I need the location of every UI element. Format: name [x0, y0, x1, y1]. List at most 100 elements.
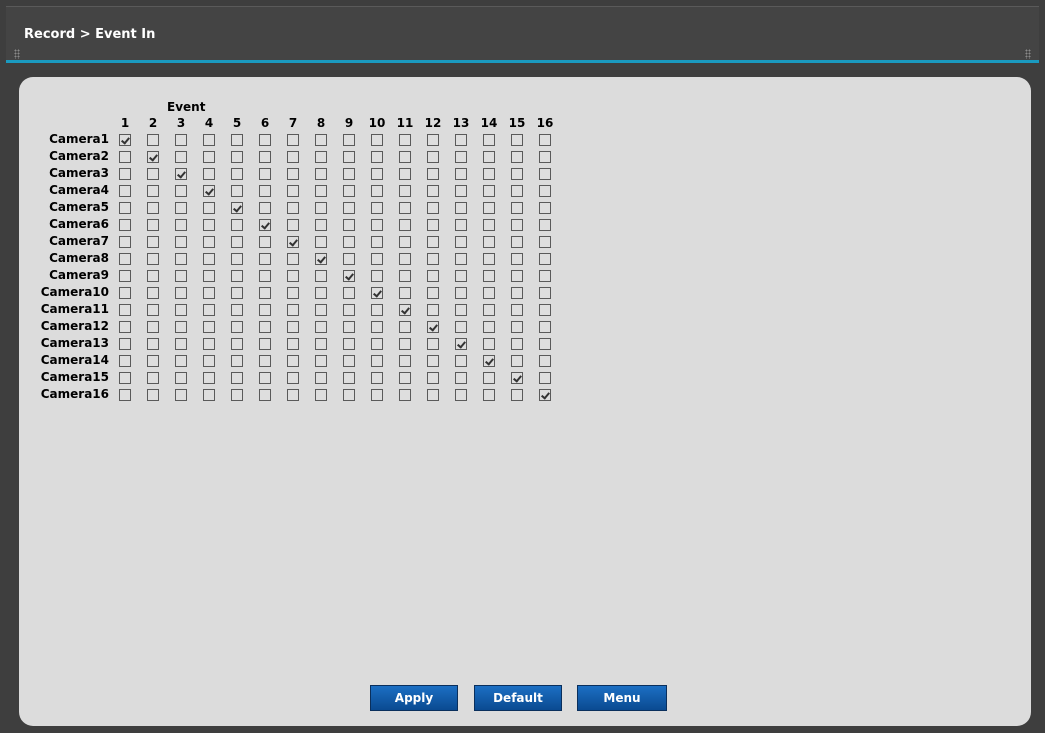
event-checkbox[interactable] — [203, 202, 215, 214]
event-checkbox[interactable] — [203, 185, 215, 197]
event-checkbox[interactable] — [175, 151, 187, 163]
event-checkbox[interactable] — [539, 321, 551, 333]
event-checkbox[interactable] — [427, 321, 439, 333]
event-checkbox[interactable] — [399, 287, 411, 299]
event-checkbox[interactable] — [511, 304, 523, 316]
event-checkbox[interactable] — [427, 372, 439, 384]
event-checkbox[interactable] — [483, 321, 495, 333]
event-checkbox[interactable] — [399, 270, 411, 282]
event-checkbox[interactable] — [231, 287, 243, 299]
event-checkbox[interactable] — [427, 236, 439, 248]
event-checkbox[interactable] — [371, 321, 383, 333]
event-checkbox[interactable] — [343, 287, 355, 299]
event-checkbox[interactable] — [399, 134, 411, 146]
event-checkbox[interactable] — [231, 355, 243, 367]
event-checkbox[interactable] — [343, 151, 355, 163]
event-checkbox[interactable] — [539, 202, 551, 214]
event-checkbox[interactable] — [427, 355, 439, 367]
event-checkbox[interactable] — [539, 219, 551, 231]
event-checkbox[interactable] — [371, 270, 383, 282]
event-checkbox[interactable] — [119, 355, 131, 367]
event-checkbox[interactable] — [287, 219, 299, 231]
event-checkbox[interactable] — [119, 372, 131, 384]
event-checkbox[interactable] — [343, 304, 355, 316]
event-checkbox[interactable] — [343, 202, 355, 214]
event-checkbox[interactable] — [371, 355, 383, 367]
event-checkbox[interactable] — [287, 168, 299, 180]
event-checkbox[interactable] — [119, 168, 131, 180]
event-checkbox[interactable] — [343, 372, 355, 384]
event-checkbox[interactable] — [399, 372, 411, 384]
event-checkbox[interactable] — [259, 287, 271, 299]
event-checkbox[interactable] — [119, 219, 131, 231]
event-checkbox[interactable] — [119, 253, 131, 265]
event-checkbox[interactable] — [119, 185, 131, 197]
event-checkbox[interactable] — [287, 355, 299, 367]
event-checkbox[interactable] — [455, 338, 467, 350]
event-checkbox[interactable] — [231, 151, 243, 163]
event-checkbox[interactable] — [175, 236, 187, 248]
event-checkbox[interactable] — [455, 236, 467, 248]
event-checkbox[interactable] — [483, 389, 495, 401]
event-checkbox[interactable] — [371, 253, 383, 265]
event-checkbox[interactable] — [287, 253, 299, 265]
event-checkbox[interactable] — [175, 219, 187, 231]
event-checkbox[interactable] — [175, 134, 187, 146]
event-checkbox[interactable] — [427, 219, 439, 231]
event-checkbox[interactable] — [399, 168, 411, 180]
event-checkbox[interactable] — [427, 168, 439, 180]
event-checkbox[interactable] — [343, 253, 355, 265]
event-checkbox[interactable] — [455, 355, 467, 367]
event-checkbox[interactable] — [315, 270, 327, 282]
event-checkbox[interactable] — [259, 185, 271, 197]
event-checkbox[interactable] — [287, 389, 299, 401]
event-checkbox[interactable] — [175, 338, 187, 350]
event-checkbox[interactable] — [343, 219, 355, 231]
apply-button[interactable]: Apply — [370, 685, 458, 711]
event-checkbox[interactable] — [399, 355, 411, 367]
event-checkbox[interactable] — [455, 372, 467, 384]
event-checkbox[interactable] — [427, 202, 439, 214]
event-checkbox[interactable] — [287, 236, 299, 248]
event-checkbox[interactable] — [231, 185, 243, 197]
event-checkbox[interactable] — [203, 236, 215, 248]
event-checkbox[interactable] — [427, 287, 439, 299]
event-checkbox[interactable] — [147, 253, 159, 265]
event-checkbox[interactable] — [231, 134, 243, 146]
event-checkbox[interactable] — [231, 202, 243, 214]
event-checkbox[interactable] — [483, 202, 495, 214]
event-checkbox[interactable] — [119, 321, 131, 333]
event-checkbox[interactable] — [203, 134, 215, 146]
event-checkbox[interactable] — [231, 304, 243, 316]
event-checkbox[interactable] — [399, 338, 411, 350]
event-checkbox[interactable] — [259, 338, 271, 350]
event-checkbox[interactable] — [147, 185, 159, 197]
event-checkbox[interactable] — [539, 287, 551, 299]
event-checkbox[interactable] — [455, 219, 467, 231]
event-checkbox[interactable] — [427, 338, 439, 350]
event-checkbox[interactable] — [483, 236, 495, 248]
event-checkbox[interactable] — [175, 304, 187, 316]
event-checkbox[interactable] — [315, 355, 327, 367]
event-checkbox[interactable] — [371, 219, 383, 231]
event-checkbox[interactable] — [287, 372, 299, 384]
event-checkbox[interactable] — [175, 202, 187, 214]
event-checkbox[interactable] — [175, 355, 187, 367]
event-checkbox[interactable] — [175, 253, 187, 265]
event-checkbox[interactable] — [203, 287, 215, 299]
event-checkbox[interactable] — [287, 287, 299, 299]
event-checkbox[interactable] — [175, 168, 187, 180]
event-checkbox[interactable] — [483, 219, 495, 231]
event-checkbox[interactable] — [511, 287, 523, 299]
event-checkbox[interactable] — [147, 304, 159, 316]
event-checkbox[interactable] — [483, 304, 495, 316]
event-checkbox[interactable] — [147, 321, 159, 333]
event-checkbox[interactable] — [399, 389, 411, 401]
event-checkbox[interactable] — [539, 372, 551, 384]
event-checkbox[interactable] — [147, 389, 159, 401]
event-checkbox[interactable] — [259, 355, 271, 367]
event-checkbox[interactable] — [315, 202, 327, 214]
event-checkbox[interactable] — [343, 270, 355, 282]
event-checkbox[interactable] — [147, 151, 159, 163]
event-checkbox[interactable] — [287, 321, 299, 333]
